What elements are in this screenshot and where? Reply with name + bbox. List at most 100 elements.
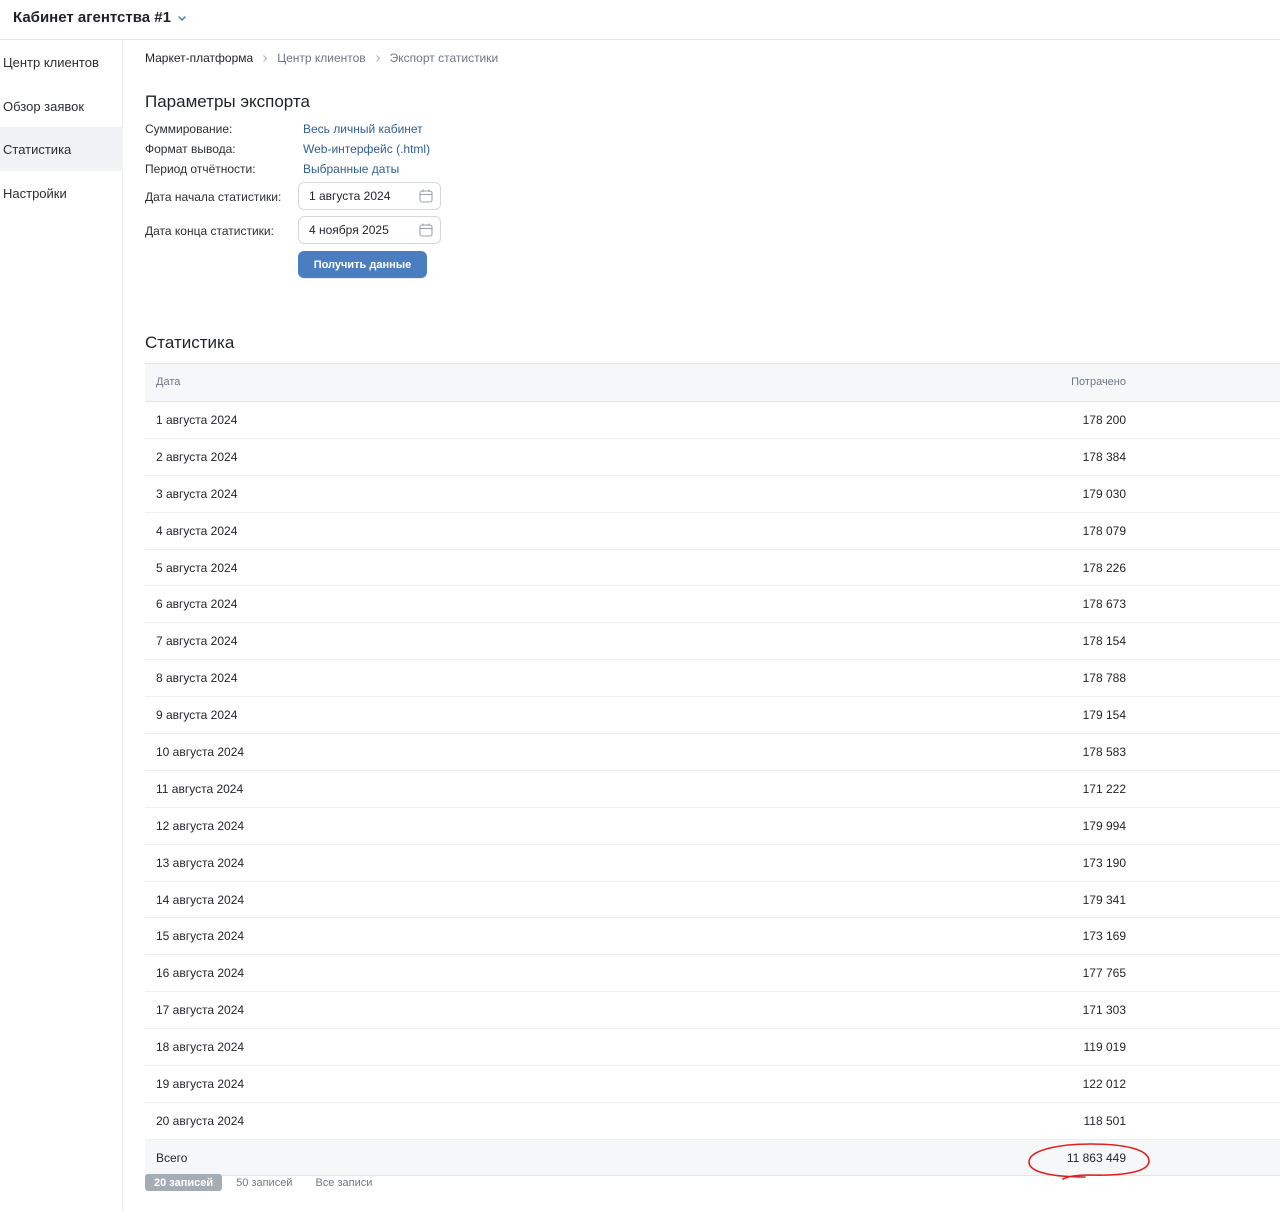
format-label: Формат вывода: (145, 142, 236, 156)
calendar-icon[interactable] (418, 222, 434, 238)
row-spent: 171 303 (1082, 1003, 1126, 1018)
table-row: 15 августа 2024 173 169 (145, 918, 1280, 956)
format-value-link[interactable]: Web-интерфейс (.html) (303, 142, 430, 156)
row-spent: 178 079 (1082, 523, 1126, 538)
table-row: 9 августа 2024 179 154 (145, 697, 1280, 735)
period-value-link[interactable]: Выбранные даты (303, 162, 399, 176)
row-date: 5 августа 2024 (156, 560, 238, 575)
row-spent: 177 765 (1082, 966, 1126, 981)
table-row: 14 августа 2024 179 341 (145, 882, 1280, 919)
page-size-all[interactable]: Все записи (306, 1174, 381, 1191)
row-date: 6 августа 2024 (156, 597, 238, 612)
row-spent: 173 190 (1082, 855, 1126, 870)
sidebar-item-settings[interactable]: Настройки (0, 171, 123, 215)
table-row: 8 августа 2024 178 788 (145, 660, 1280, 698)
cabinet-title: Кабинет агентства #1 (13, 9, 171, 26)
row-spent: 179 030 (1082, 486, 1126, 501)
chevron-down-icon (177, 13, 187, 23)
period-label: Период отчётности: (145, 162, 256, 176)
row-date: 19 августа 2024 (156, 1077, 245, 1092)
summation-label: Суммирование: (145, 122, 233, 136)
row-spent: 173 169 (1082, 929, 1126, 944)
row-date: 17 августа 2024 (156, 1003, 245, 1018)
table-header: Дата Потрачено (145, 364, 1280, 402)
start-date-label: Дата начала статистики: (145, 190, 282, 204)
row-spent: 179 341 (1082, 892, 1126, 907)
sidebar: Центр клиентов Обзор заявок Статистика Н… (0, 40, 123, 1212)
table-row: 1 августа 2024 178 200 (145, 402, 1280, 439)
row-date: 4 августа 2024 (156, 523, 238, 538)
table-row: 10 августа 2024 178 583 (145, 734, 1280, 771)
row-spent: 179 994 (1082, 818, 1126, 833)
cabinet-switcher[interactable]: Кабинет агентства #1 (13, 9, 187, 26)
table-row: 18 августа 2024 119 019 (145, 1029, 1280, 1067)
summation-value-link[interactable]: Весь личный кабинет (303, 122, 423, 136)
table-row: 16 августа 2024 177 765 (145, 955, 1280, 993)
row-spent: 178 583 (1082, 745, 1126, 760)
table-row: 3 августа 2024 179 030 (145, 476, 1280, 513)
sidebar-item-label: Статистика (3, 141, 72, 157)
row-date: 18 августа 2024 (156, 1040, 245, 1055)
calendar-icon[interactable] (418, 188, 434, 204)
sidebar-item-requests[interactable]: Обзор заявок (0, 84, 123, 128)
row-spent: 122 012 (1082, 1077, 1126, 1092)
row-spent: 119 019 (1083, 1040, 1127, 1055)
row-spent: 178 200 (1082, 413, 1126, 427)
column-header-date[interactable]: Дата (156, 376, 180, 388)
total-value: 11 863 449 (1066, 1150, 1126, 1165)
row-date: 1 августа 2024 (156, 413, 238, 427)
breadcrumb-item-clients[interactable]: Центр клиентов (277, 51, 365, 65)
row-date: 11 августа 2024 (156, 781, 244, 796)
page-size-20[interactable]: 20 записей (145, 1174, 223, 1191)
table-row: 13 августа 2024 173 190 (145, 845, 1280, 882)
get-data-button[interactable]: Получить данные (298, 251, 427, 278)
sidebar-item-label: Центр клиентов (3, 54, 99, 70)
row-date: 10 августа 2024 (156, 745, 245, 760)
sidebar-item-clients[interactable]: Центр клиентов (0, 40, 123, 84)
row-spent: 171 222 (1082, 781, 1126, 796)
sidebar-item-statistics[interactable]: Статистика (0, 127, 123, 171)
table-row: 12 августа 2024 179 994 (145, 808, 1280, 845)
page-size-50[interactable]: 50 записей (227, 1174, 301, 1191)
row-spent: 178 788 (1082, 671, 1126, 686)
table-row: 20 августа 2024 118 501 (145, 1103, 1280, 1140)
start-date-value: 1 августа 2024 (309, 189, 391, 203)
table-row: 11 августа 2024 171 222 (145, 771, 1280, 808)
row-spent: 178 154 (1082, 634, 1126, 649)
row-date: 2 августа 2024 (156, 449, 238, 464)
table-row: 6 августа 2024 178 673 (145, 586, 1280, 624)
sidebar-item-label: Обзор заявок (3, 98, 85, 114)
table-row: 4 августа 2024 178 079 (145, 513, 1280, 550)
row-spent: 118 501 (1083, 1113, 1127, 1128)
column-header-spent[interactable]: Потрачено (1071, 376, 1126, 388)
table-row: 17 августа 2024 171 303 (145, 992, 1280, 1030)
breadcrumb-item-export: Экспорт статистики (389, 51, 499, 65)
row-spent: 178 226 (1082, 560, 1126, 575)
pagination: 20 записей 50 записей Все записи (145, 1174, 386, 1191)
sidebar-item-label: Настройки (3, 185, 67, 201)
row-date: 12 августа 2024 (156, 818, 245, 833)
row-spent: 178 673 (1082, 597, 1126, 612)
end-date-input[interactable]: 4 ноября 2025 (298, 216, 441, 244)
row-spent: 179 154 (1082, 708, 1126, 723)
export-params-title: Параметры экспорта (145, 92, 310, 111)
row-date: 15 августа 2024 (156, 929, 245, 944)
total-label: Всего (156, 1150, 188, 1165)
row-date: 13 августа 2024 (156, 855, 245, 870)
chevron-right-icon (262, 54, 268, 63)
row-date: 14 августа 2024 (156, 892, 245, 907)
row-date: 3 августа 2024 (156, 486, 238, 501)
table-row: 2 августа 2024 178 384 (145, 439, 1280, 476)
table-row: 7 августа 2024 178 154 (145, 623, 1280, 661)
table-row: 19 августа 2024 122 012 (145, 1066, 1280, 1103)
row-date: 20 августа 2024 (156, 1113, 245, 1128)
row-date: 8 августа 2024 (156, 671, 238, 686)
breadcrumb-item-market[interactable]: Маркет-платформа (145, 51, 253, 65)
table-total-row: Всего 11 863 449 (145, 1139, 1280, 1180)
row-date: 7 августа 2024 (156, 634, 238, 649)
end-date-value: 4 ноября 2025 (309, 223, 389, 237)
start-date-input[interactable]: 1 августа 2024 (298, 182, 441, 210)
top-bar: Кабинет агентства #1 (0, 0, 1280, 40)
statistics-title: Статистика (145, 333, 235, 352)
statistics-table: Дата Потрачено 1 августа 2024 178 200 2 ав… (145, 363, 1280, 1180)
